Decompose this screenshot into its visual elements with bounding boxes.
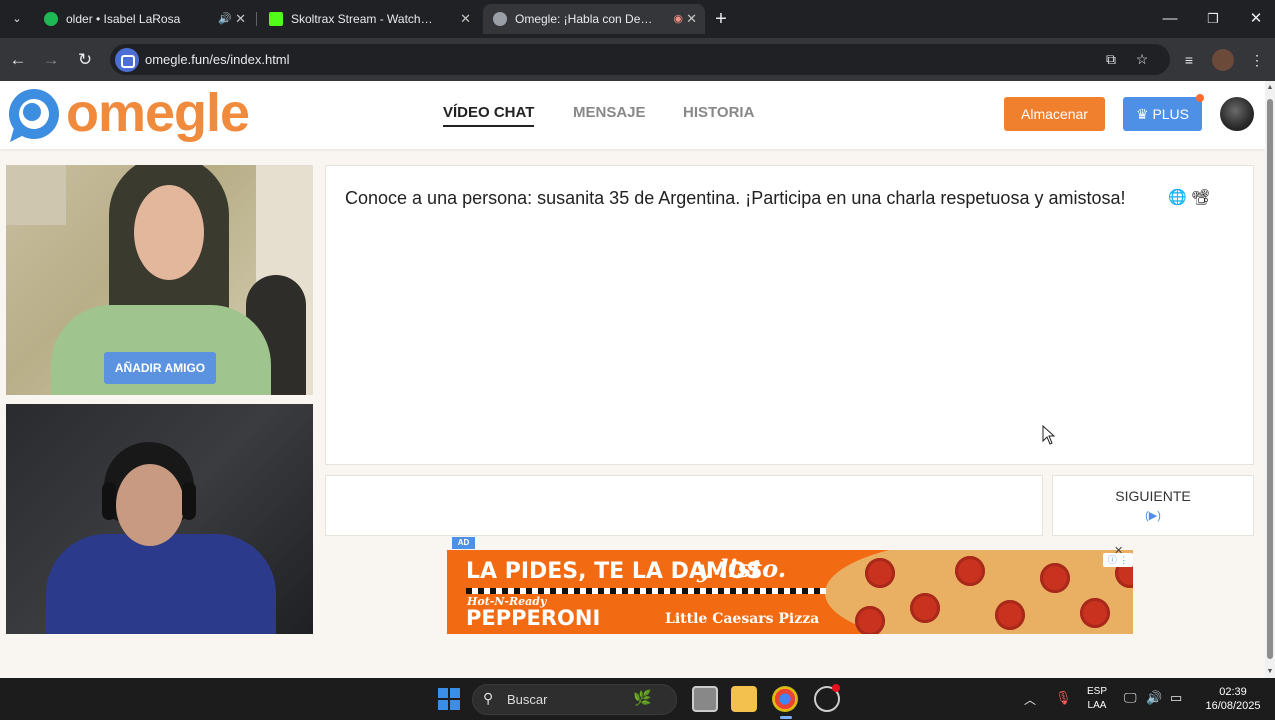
tray-overflow-icon[interactable]: ︿ — [1024, 691, 1036, 708]
page-scrollbar[interactable]: ▲ ▼ — [1265, 81, 1275, 678]
forward-button[interactable]: → — [39, 48, 63, 72]
active-app-indicator — [780, 716, 792, 719]
ad-checker-stripe — [466, 588, 826, 594]
spotify-icon — [44, 12, 58, 26]
browser-tab-strip: ⌄ older • Isabel LaRosa 🔊 ✕ Skoltrax Str… — [0, 0, 1275, 38]
search-highlight-icon: 🌿 — [633, 690, 652, 707]
search-icon: ⚲ — [483, 690, 494, 706]
wall-posters — [6, 165, 66, 225]
reload-button[interactable]: ↻ — [73, 48, 97, 72]
globe-icon: 🌐 — [1168, 189, 1187, 206]
close-icon[interactable]: ✕ — [235, 4, 246, 34]
camera-icon: 📽 — [1190, 189, 1210, 206]
install-app-icon[interactable]: ⧉ — [1100, 48, 1122, 70]
tab-spotify[interactable]: older • Isabel LaRosa 🔊 ✕ — [34, 4, 254, 34]
address-bar[interactable]: omegle.fun/es/index.html ⧉ ☆ — [110, 44, 1170, 75]
pizza-image — [825, 550, 1133, 634]
chrome-icon[interactable] — [772, 686, 798, 712]
taskbar-search-placeholder: Buscar — [507, 692, 548, 707]
chat-message-icons: 🌐 📽 — [1168, 188, 1210, 206]
volume-icon[interactable]: 🔊 — [1146, 690, 1162, 706]
back-button[interactable]: ← — [6, 48, 30, 72]
tab-search-chevron-icon[interactable]: ⌄ — [6, 8, 28, 30]
taskbar-search[interactable]: ⚲ Buscar 🌿 — [472, 684, 677, 715]
browser-toolbar: ← → ↻ omegle.fun/es/index.html ⧉ ☆ ≡ ⋮ — [0, 38, 1275, 81]
language-indicator[interactable]: ESP LAA — [1082, 685, 1112, 713]
clock-time: 02:39 — [1219, 686, 1247, 698]
chat-log: Conoce a una persona: susanita 35 de Arg… — [325, 165, 1254, 465]
tab-omegle[interactable]: Omegle: ¡Habla con Desconocid ◉ ✕ — [483, 4, 705, 34]
chat-intro-message: Conoce a una persona: susanita 35 de Arg… — [345, 188, 1126, 208]
microphone-icon[interactable]: 🎙 — [1055, 690, 1072, 706]
next-button-label: SIGUIENTE — [1115, 488, 1191, 504]
stranger-video: AÑADIR AMIGO — [6, 165, 313, 395]
bookmark-star-icon[interactable]: ☆ — [1131, 48, 1153, 70]
kick-icon — [269, 12, 283, 26]
ad-info-icon[interactable]: ⓘ ⋮ — [1103, 553, 1133, 567]
nav-mensaje[interactable]: MENSAJE — [573, 103, 646, 123]
notification-badge — [832, 684, 840, 692]
user-avatar[interactable] — [1220, 97, 1254, 131]
media-controls-icon[interactable]: ≡ — [1177, 48, 1201, 72]
headphones-icon — [102, 482, 116, 520]
scroll-up-icon[interactable]: ▲ — [1266, 84, 1274, 91]
clock[interactable]: 02:39 16/08/2025 — [1200, 685, 1266, 713]
crown-icon: ♛ — [1135, 106, 1153, 122]
site-header: omegle VÍDEO CHAT MENSAJE HISTORIA Almac… — [0, 81, 1265, 149]
notification-dot — [1196, 94, 1204, 102]
ad-banner[interactable]: LA PIDES, TE LA DAMOS y listo. Hot-N-Rea… — [447, 550, 1133, 634]
person-hoodie — [46, 534, 276, 634]
play-icon: (▶) — [1145, 510, 1161, 522]
new-tab-button[interactable]: + — [711, 7, 731, 31]
ad-brand: Little Caesars Pizza — [665, 611, 820, 627]
site-logo-text[interactable]: omegle — [66, 83, 250, 143]
self-video — [6, 404, 313, 634]
task-view-icon[interactable] — [692, 686, 718, 712]
close-icon[interactable]: ✕ — [460, 4, 471, 34]
scroll-down-icon[interactable]: ▼ — [1266, 668, 1274, 675]
omegle-logo-icon[interactable] — [6, 88, 62, 144]
tab-title: older • Isabel LaRosa — [66, 12, 181, 26]
site-info-icon[interactable] — [115, 48, 139, 72]
tab-title: Omegle: ¡Habla con Desconocid — [515, 12, 657, 26]
person-face — [134, 185, 204, 280]
headphones-icon — [182, 482, 196, 520]
speaker-icon[interactable]: 🔊 — [218, 4, 232, 34]
close-window-button[interactable]: ✕ — [1241, 6, 1271, 32]
windows-taskbar: ⚲ Buscar 🌿 ︿ 🎙 ESP LAA 🖵 🔊 ▭ 02:39 16/08… — [0, 678, 1275, 720]
plus-label: PLUS — [1152, 106, 1190, 122]
next-button[interactable]: SIGUIENTE (▶) — [1052, 475, 1254, 536]
tab-separator — [256, 12, 257, 26]
restore-button[interactable]: ❐ — [1198, 6, 1228, 32]
tab-kick[interactable]: Skoltrax Stream - Watch Live on ✕ — [259, 4, 479, 34]
url-text[interactable]: omegle.fun/es/index.html — [145, 44, 290, 75]
web-page: omegle VÍDEO CHAT MENSAJE HISTORIA Almac… — [0, 81, 1265, 678]
browser-profile-avatar[interactable] — [1212, 49, 1234, 71]
network-icon[interactable]: 🖵 — [1124, 690, 1137, 706]
ad-product: PEPPERONI — [466, 606, 601, 630]
plus-button[interactable]: ♛ PLUS — [1123, 97, 1202, 131]
windows-start-icon[interactable] — [438, 688, 460, 710]
store-button[interactable]: Almacenar — [1004, 97, 1105, 131]
nav-video-chat[interactable]: VÍDEO CHAT — [443, 103, 535, 127]
battery-icon[interactable]: ▭ — [1170, 690, 1182, 706]
person-face — [116, 464, 184, 546]
close-icon[interactable]: ✕ — [686, 4, 697, 34]
recording-icon: ◉ — [673, 13, 683, 25]
globe-icon — [493, 12, 507, 26]
clock-date: 16/08/2025 — [1205, 700, 1261, 712]
file-explorer-icon[interactable] — [731, 686, 757, 712]
tab-title: Skoltrax Stream - Watch Live on — [291, 12, 435, 26]
scrollbar-thumb[interactable] — [1267, 99, 1273, 659]
nav-historia[interactable]: HISTORIA — [683, 103, 754, 123]
minimize-button[interactable]: — — [1155, 6, 1185, 32]
menu-kebab-icon[interactable]: ⋮ — [1245, 48, 1269, 72]
add-friend-button[interactable]: AÑADIR AMIGO — [104, 352, 216, 384]
mouse-cursor-icon — [1042, 425, 1056, 445]
language-code: ESP — [1086, 686, 1107, 697]
keyboard-layout: LAA — [1087, 700, 1107, 711]
message-input[interactable] — [325, 475, 1043, 536]
ad-tag: AD — [452, 537, 475, 549]
ad-headline-script: y listo. — [697, 554, 787, 583]
